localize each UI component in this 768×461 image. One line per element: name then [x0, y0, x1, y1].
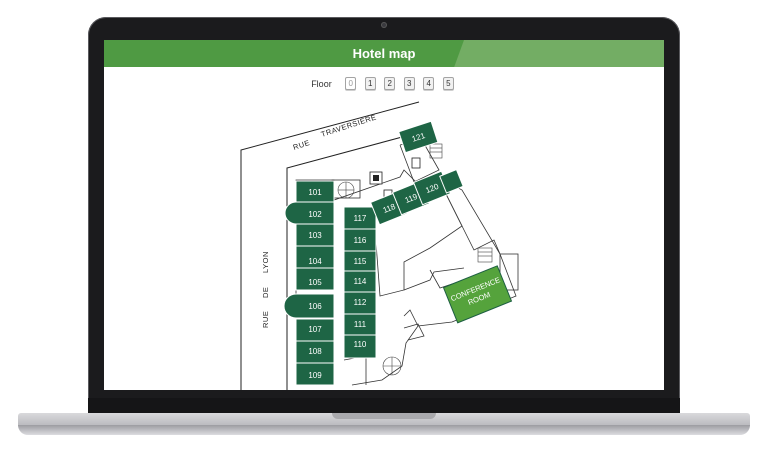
room-108[interactable]: 108 — [295, 340, 335, 364]
street-label-traversiere: TRAVERSIÈRE — [320, 112, 378, 138]
room-106[interactable]: 106 — [283, 293, 335, 319]
room-111[interactable]: 111 — [343, 313, 377, 336]
room-117[interactable]: 117 — [343, 206, 377, 230]
room-number: 111 — [354, 320, 367, 329]
room-number: 115 — [354, 257, 367, 266]
conference-room[interactable]: CONFERENCE ROOM — [442, 265, 513, 324]
room-101[interactable]: 101 — [295, 180, 335, 203]
room-114[interactable]: 114 — [343, 270, 377, 293]
room-number: 116 — [354, 236, 367, 245]
street-label-de: DE — [261, 287, 270, 298]
room-number: 114 — [354, 277, 367, 286]
elevator-icon — [369, 171, 383, 185]
room-103[interactable]: 103 — [295, 223, 335, 247]
room-number: 104 — [308, 257, 322, 266]
room-109[interactable]: 109 — [295, 362, 335, 386]
camera-icon — [381, 22, 387, 28]
laptop-base-edge — [18, 425, 750, 435]
street-label-lyon: LYON — [261, 251, 270, 273]
room-107[interactable]: 107 — [295, 318, 335, 342]
room-number: 105 — [308, 278, 322, 287]
app-screen: Hotel map Floor 0 1 2 3 4 5 RUE TRAVERSI… — [104, 40, 664, 390]
room-number: 112 — [354, 298, 367, 307]
room-105[interactable]: 105 — [295, 267, 335, 291]
room-number: 107 — [308, 325, 322, 334]
room-number: 108 — [308, 347, 322, 356]
room-115[interactable]: 115 — [343, 250, 377, 272]
room-number: 117 — [354, 214, 367, 223]
room-116[interactable]: 116 — [343, 228, 377, 252]
floor-map: RUE TRAVERSIÈRE RUE DE LYON 101 102 103 … — [240, 101, 519, 390]
room-number: 110 — [354, 340, 367, 349]
room-102[interactable]: 102 — [284, 201, 335, 225]
laptop-notch — [332, 413, 436, 419]
room-110[interactable]: 110 — [343, 334, 377, 359]
room-104[interactable]: 104 — [295, 245, 335, 269]
street-label-rue: RUE — [292, 138, 311, 152]
street-label-rue-2: RUE — [261, 311, 270, 328]
laptop-mockup: Hotel map Floor 0 1 2 3 4 5 RUE TRAVERSI… — [0, 0, 768, 461]
room-number: 106 — [308, 302, 322, 311]
room-number: 101 — [308, 188, 322, 197]
room-number: 102 — [308, 210, 322, 219]
room-112[interactable]: 112 — [343, 291, 377, 315]
room-number: 109 — [308, 371, 322, 380]
room-number: 103 — [308, 231, 322, 240]
